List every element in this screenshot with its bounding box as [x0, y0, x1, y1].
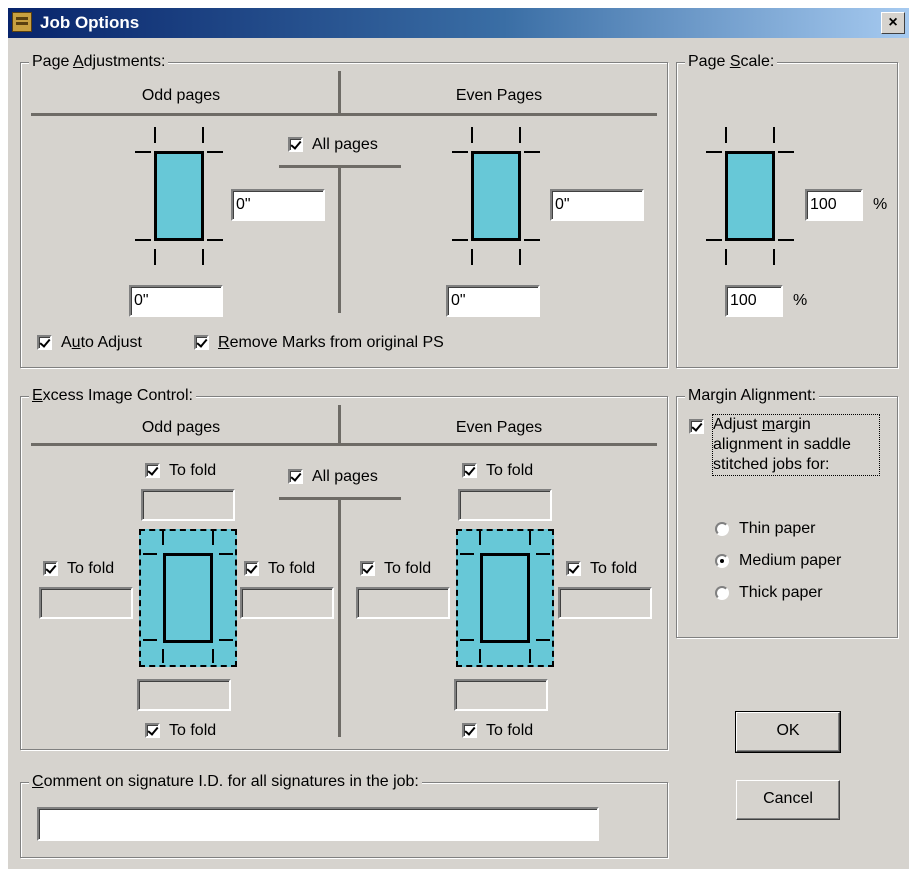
horizontal-scale-unit: %: [873, 196, 888, 213]
job-options-dialog: Job Options × Page Adjustments: Odd page…: [8, 8, 909, 869]
radio-dot: [715, 586, 729, 600]
horizontal-scale-input[interactable]: 100: [805, 189, 863, 221]
scale-page-icon: [725, 151, 775, 241]
even-excess-page-icon: [480, 553, 530, 643]
close-button[interactable]: ×: [881, 12, 905, 34]
vertical-scale-input[interactable]: 100: [725, 285, 783, 317]
checkbox-box: [244, 561, 259, 576]
app-icon: [12, 12, 32, 32]
radio-dot: [715, 522, 729, 536]
column-divider-top: [338, 405, 341, 446]
margin-alignment-legend: Margin Alignment:: [685, 387, 820, 405]
page-adjustments-group: Page Adjustments: Odd pages Even Pages A…: [20, 53, 668, 368]
even-pages-header: Even Pages: [455, 87, 543, 104]
checkbox-box: [37, 335, 52, 350]
odd-page-icon: [154, 151, 204, 241]
header-divider: [31, 443, 657, 446]
page-scale-legend: Page Scale:: [685, 53, 778, 71]
even-right-fold-input: [558, 587, 652, 619]
column-divider-top: [338, 71, 341, 116]
checkbox-box: [288, 469, 303, 484]
cancel-button[interactable]: Cancel: [736, 780, 840, 820]
title-bar[interactable]: Job Options ×: [8, 8, 909, 38]
checkbox-box: [462, 463, 477, 478]
adjust-margin-label: Adjust margin alignment in saddle stitch…: [712, 414, 880, 476]
margin-alignment-group: Margin Alignment: Adjust margin alignmen…: [676, 387, 898, 638]
odd-bottom-offset-input[interactable]: 0": [129, 285, 223, 317]
odd-excess-page-icon: [163, 553, 213, 643]
checkbox-box: [288, 137, 303, 152]
comment-legend: Comment on signature I.D. for all signat…: [29, 773, 422, 791]
excess-image-control-legend: Excess Image Control:: [29, 387, 196, 405]
column-divider-bottom: [338, 497, 341, 737]
odd-bottom-fold-input: [137, 679, 231, 711]
header-divider: [31, 113, 657, 116]
odd-pages-header: Odd pages: [141, 419, 221, 436]
even-excess-diagram: [456, 529, 554, 667]
checkbox-box: [43, 561, 58, 576]
checkbox-box: [145, 723, 160, 738]
even-bottom-offset-input[interactable]: 0": [446, 285, 540, 317]
page-scale-diagram: [700, 123, 800, 273]
even-left-fold-input: [356, 587, 450, 619]
checkbox-box: [360, 561, 375, 576]
adjust-margin-checkbox[interactable]: Adjust margin alignment in saddle stitch…: [689, 414, 889, 481]
signature-comment-input[interactable]: [37, 807, 599, 841]
comment-group: Comment on signature I.D. for all signat…: [20, 773, 668, 858]
even-pages-header: Even Pages: [455, 419, 543, 436]
odd-page-diagram: [129, 123, 229, 273]
vertical-scale-unit: %: [793, 292, 808, 309]
even-page-diagram: [446, 123, 546, 273]
odd-excess-diagram: [139, 529, 237, 667]
odd-right-fold-input: [240, 587, 334, 619]
page-scale-group: Page Scale: 100 % 100 %: [676, 53, 898, 368]
even-bottom-fold-input: [454, 679, 548, 711]
page-adjustments-legend: Page Adjustments:: [29, 53, 169, 71]
window-title: Job Options: [40, 13, 140, 32]
checkbox-box: [462, 723, 477, 738]
odd-right-offset-input[interactable]: 0": [231, 189, 325, 221]
even-page-icon: [471, 151, 521, 241]
even-top-fold-input: [458, 489, 552, 521]
checkbox-box: [566, 561, 581, 576]
odd-top-fold-input: [141, 489, 235, 521]
odd-pages-header: Odd pages: [141, 87, 221, 104]
radio-dot-selected: [715, 554, 729, 568]
column-divider-bottom: [338, 165, 341, 313]
ok-button[interactable]: OK: [735, 711, 841, 753]
excess-image-control-group: Excess Image Control: Odd pages Even Pag…: [20, 387, 668, 750]
even-right-offset-input[interactable]: 0": [550, 189, 644, 221]
checkbox-box: [194, 335, 209, 350]
odd-left-fold-input: [39, 587, 133, 619]
checkbox-box: [689, 419, 704, 434]
checkbox-box: [145, 463, 160, 478]
